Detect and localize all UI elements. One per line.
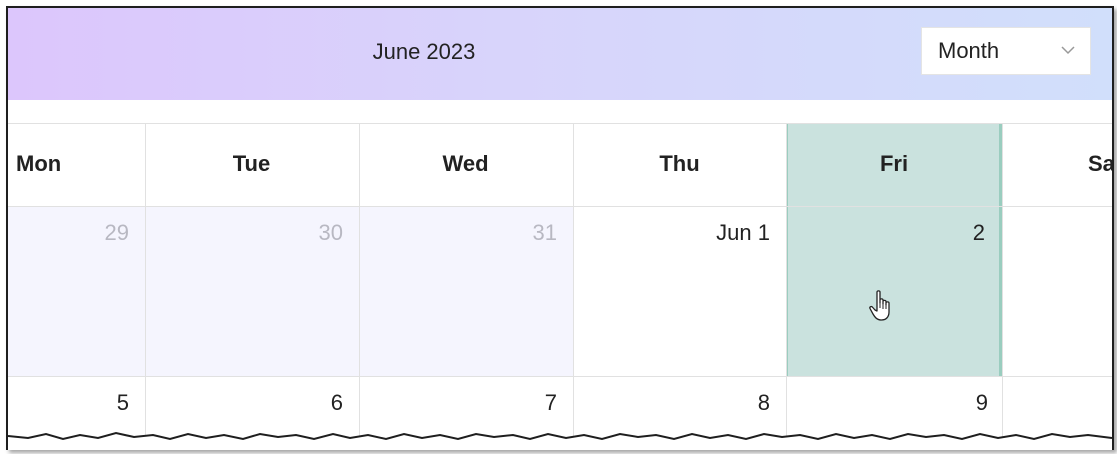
hand-pointer-icon <box>869 290 890 321</box>
day-number: 6 <box>330 390 343 415</box>
month-grid: Mon Tue Wed Thu Fri Sa 29 30 31 Jun 1 2 … <box>8 123 1112 450</box>
calendar-header: June 2023 Month <box>8 8 1112 100</box>
calendar-window: June 2023 Month Mon Tue Wed Thu Fri Sa 2… <box>6 6 1114 450</box>
day-number: 8 <box>757 390 770 415</box>
torn-edge <box>8 431 1112 450</box>
day-number: 9 <box>975 390 988 415</box>
weekday-header-fri: Fri <box>879 151 909 176</box>
view-select-dropdown[interactable]: Month <box>921 27 1091 75</box>
grid-line <box>8 376 1112 377</box>
grid-line <box>8 123 1112 124</box>
month-title: June 2023 <box>372 39 476 64</box>
chevron-down-icon <box>1061 46 1075 55</box>
day-cell-jun-1[interactable]: Jun 1 <box>573 206 786 376</box>
day-cell-jun-2-selected[interactable]: 2 <box>786 206 1002 376</box>
day-number: 31 <box>532 220 557 245</box>
weekday-header-mon: Mon <box>16 151 62 176</box>
weekday-header-thu: Thu <box>659 151 700 176</box>
day-cell-may-29[interactable]: 29 <box>8 206 145 376</box>
weekday-header-wed: Wed <box>442 151 489 176</box>
day-cell-may-30[interactable]: 30 <box>145 206 359 376</box>
day-number: 7 <box>544 390 557 415</box>
weekday-header-tue: Tue <box>232 151 271 176</box>
grid-line <box>145 123 146 450</box>
day-number: Jun 1 <box>716 220 770 245</box>
grid-line <box>573 123 574 450</box>
day-number: 29 <box>104 220 129 245</box>
view-select-value: Month <box>938 38 1000 63</box>
day-number: 30 <box>318 220 343 245</box>
day-number: 5 <box>116 390 129 415</box>
grid-line <box>8 206 1112 207</box>
grid-line <box>786 123 787 450</box>
grid-line <box>359 123 360 450</box>
day-cell-jun-3[interactable] <box>1002 206 1112 376</box>
weekday-header-sat: Sa <box>1088 151 1114 176</box>
day-cell-may-31[interactable]: 31 <box>359 206 573 376</box>
grid-line <box>1002 123 1003 450</box>
day-number: 2 <box>972 220 985 245</box>
